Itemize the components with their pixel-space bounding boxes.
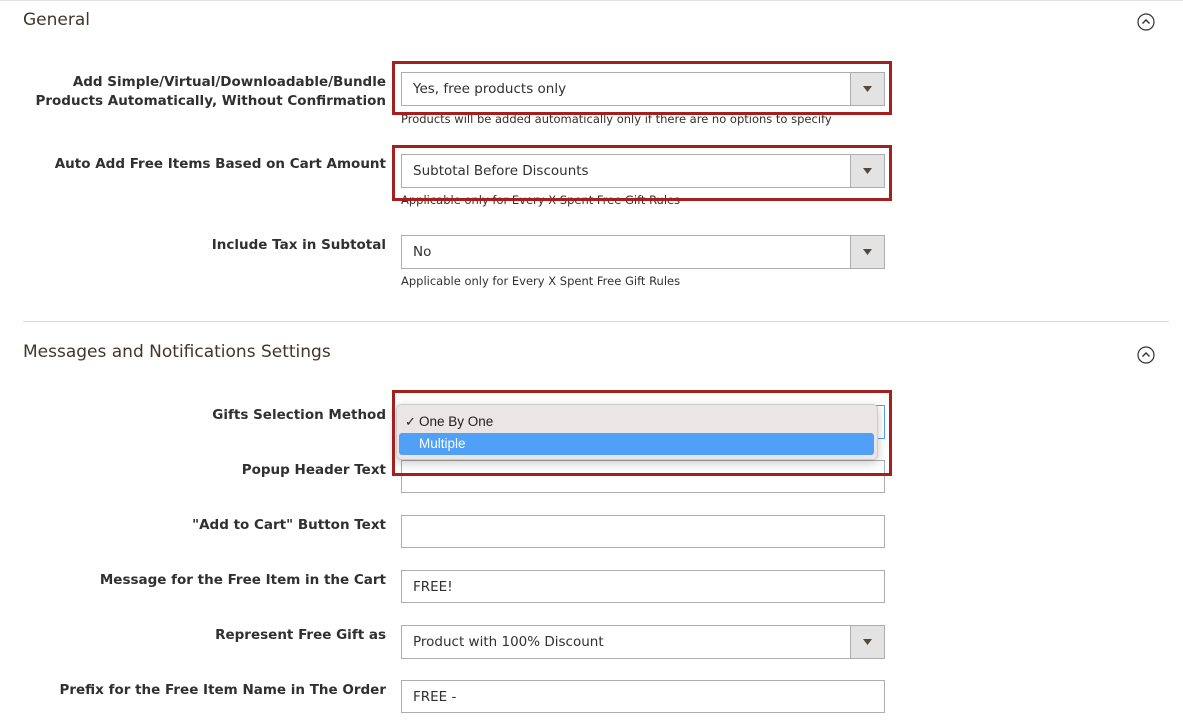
include-tax-value: No: [413, 244, 432, 260]
represent-free-gift-label: Represent Free Gift as: [215, 627, 386, 643]
caret-down-icon: [863, 249, 872, 255]
include-tax-note: Applicable only for Every X Spent Free G…: [401, 274, 681, 288]
section-divider: [23, 321, 1169, 322]
cart-amount-label: Auto Add Free Items Based on Cart Amount: [54, 156, 386, 172]
auto-add-products-note: Products will be added automatically onl…: [401, 112, 832, 126]
popup-header-input[interactable]: [401, 460, 885, 493]
auto-add-products-label: Add Simple/Virtual/Downloadable/Bundle P…: [35, 74, 386, 109]
cart-amount-value: Subtotal Before Discounts: [413, 163, 589, 179]
free-item-prefix-label: Prefix for the Free Item Name in The Ord…: [59, 682, 386, 698]
gifts-method-label: Gifts Selection Method: [212, 407, 386, 423]
caret-down-icon: [863, 639, 872, 645]
option-label: One By One: [419, 414, 494, 429]
select-arrow[interactable]: [850, 236, 884, 268]
add-to-cart-text-label: "Add to Cart" Button Text: [192, 517, 386, 533]
caret-down-icon: [863, 86, 872, 92]
cart-amount-note: Applicable only for Every X Spent Free G…: [401, 193, 681, 207]
free-item-message-input[interactable]: [401, 570, 885, 603]
option-label: Multiple: [419, 436, 466, 451]
select-arrow[interactable]: [850, 626, 884, 658]
include-tax-label: Include Tax in Subtotal: [211, 237, 386, 253]
chevron-up-circle-icon[interactable]: [1137, 346, 1155, 364]
add-to-cart-text-input[interactable]: [401, 515, 885, 548]
option-one-by-one[interactable]: ✓ One By One: [399, 411, 874, 433]
general-section-title[interactable]: General: [23, 10, 90, 30]
represent-free-gift-value: Product with 100% Discount: [413, 634, 604, 650]
represent-free-gift-select[interactable]: Product with 100% Discount: [401, 625, 885, 659]
free-item-message-label: Message for the Free Item in the Cart: [99, 572, 386, 588]
messages-section-title[interactable]: Messages and Notifications Settings: [23, 342, 331, 362]
option-multiple[interactable]: Multiple: [399, 433, 874, 455]
checkmark-icon: ✓: [405, 414, 416, 429]
cart-amount-select[interactable]: Subtotal Before Discounts: [401, 154, 885, 188]
gifts-method-dropdown: ✓ One By One Multiple: [396, 404, 878, 460]
select-arrow[interactable]: [850, 155, 884, 187]
auto-add-products-select[interactable]: Yes, free products only: [401, 72, 885, 106]
popup-header-label: Popup Header Text: [241, 462, 386, 478]
include-tax-select[interactable]: No: [401, 235, 885, 269]
free-item-prefix-input[interactable]: [401, 680, 885, 713]
chevron-up-circle-icon[interactable]: [1137, 13, 1155, 31]
auto-add-products-value: Yes, free products only: [413, 81, 567, 97]
top-border: [0, 0, 1183, 1]
caret-down-icon: [863, 168, 872, 174]
select-arrow[interactable]: [850, 73, 884, 105]
